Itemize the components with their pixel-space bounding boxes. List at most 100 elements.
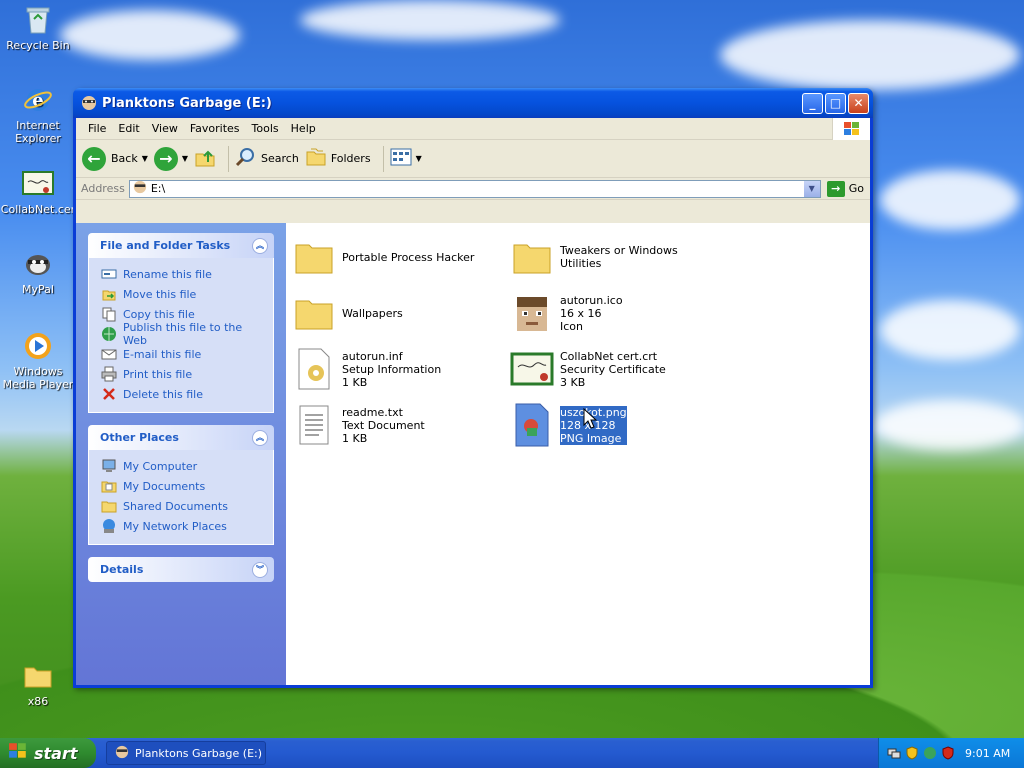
network-tray-icon[interactable] <box>887 746 901 760</box>
folder-icon <box>510 233 554 281</box>
menu-edit[interactable]: Edit <box>112 122 145 135</box>
address-label: Address <box>81 182 125 195</box>
menu-view[interactable]: View <box>146 122 184 135</box>
desktop-icon-collabnet[interactable]: CollabNet.cer <box>0 168 76 216</box>
file-name: autorun.ico <box>560 293 623 307</box>
title-bar[interactable]: Planktons Garbage (E:) _ □ ✕ <box>73 88 873 118</box>
taskbar: start Planktons Garbage (E:) 9:01 AM <box>0 738 1024 768</box>
place-my-computer[interactable]: My Computer <box>101 456 263 476</box>
task-label: Rename this file <box>123 267 212 281</box>
chevron-down-icon[interactable]: ▼ <box>142 154 148 163</box>
delete-icon <box>101 386 117 402</box>
task-rename[interactable]: Rename this file <box>101 264 263 284</box>
chevron-down-icon[interactable]: ▼ <box>182 154 188 163</box>
menu-favorites[interactable]: Favorites <box>184 122 246 135</box>
task-pane: File and Folder Tasks ︽ Rename this file… <box>76 223 286 685</box>
file-item[interactable]: Portable Process Hacker <box>292 233 502 281</box>
cloud <box>875 400 1024 450</box>
collapse-icon[interactable]: ︽ <box>252 237 268 254</box>
desktop-icon-x86[interactable]: x86 <box>0 660 76 708</box>
file-name: Tweakers or Windows Utilities <box>560 244 678 270</box>
place-my-documents[interactable]: My Documents <box>101 476 263 496</box>
task-move[interactable]: Move this file <box>101 284 263 304</box>
search-icon <box>235 146 257 171</box>
taskbar-window-button[interactable]: Planktons Garbage (E:) <box>106 741 266 765</box>
file-item[interactable]: autorun.ico 16 x 16 Icon <box>510 289 720 337</box>
file-size: 1 KB <box>342 375 368 389</box>
task-print[interactable]: Print this file <box>101 364 263 384</box>
file-item[interactable]: CollabNet cert.crt Security Certificate … <box>510 345 720 393</box>
expand-icon[interactable]: ︾ <box>252 561 268 578</box>
desktop-icon-recycle-bin[interactable]: Recycle Bin <box>0 4 76 52</box>
search-button[interactable]: Search <box>235 146 299 171</box>
place-label: Shared Documents <box>123 499 228 513</box>
file-type: Security Certificate <box>560 362 666 376</box>
details-panel: Details ︾ <box>88 557 274 582</box>
copy-icon <box>101 306 117 322</box>
toolbar-separator <box>382 145 384 172</box>
task-label: Delete this file <box>123 387 203 401</box>
security-tray-icon[interactable] <box>923 746 937 760</box>
file-item[interactable]: readme.txt Text Document 1 KB <box>292 401 502 449</box>
up-button[interactable] <box>194 146 216 171</box>
file-tasks-header[interactable]: File and Folder Tasks ︽ <box>88 233 274 258</box>
file-list: Portable Process Hacker Tweakers or Wind… <box>286 223 870 685</box>
file-tasks-panel: File and Folder Tasks ︽ Rename this file… <box>88 233 274 413</box>
desktop-icon-label: CollabNet.cer <box>0 203 76 216</box>
internet-explorer-icon: e <box>22 84 54 116</box>
folders-button[interactable]: Folders <box>305 147 371 170</box>
start-button[interactable]: start <box>0 738 96 768</box>
place-shared-documents[interactable]: Shared Documents <box>101 496 263 516</box>
close-button[interactable]: ✕ <box>848 92 869 114</box>
file-type: Icon <box>560 319 583 333</box>
details-header[interactable]: Details ︾ <box>88 557 274 582</box>
certificate-icon <box>510 345 554 393</box>
network-icon <box>101 518 117 534</box>
clock[interactable]: 9:01 AM <box>965 747 1010 760</box>
other-places-header[interactable]: Other Places ︽ <box>88 425 274 450</box>
menu-file[interactable]: File <box>82 122 112 135</box>
desktop-icon-media-player[interactable]: Windows Media Player <box>0 330 76 391</box>
back-button[interactable]: ← Back ▼ <box>82 146 148 171</box>
chevron-down-icon[interactable]: ▼ <box>803 180 820 197</box>
place-my-network[interactable]: My Network Places <box>101 516 263 536</box>
go-label: Go <box>848 182 864 195</box>
collapse-icon[interactable]: ︽ <box>252 429 268 446</box>
file-item[interactable]: autorun.inf Setup Information 1 KB <box>292 345 502 393</box>
task-delete[interactable]: Delete this file <box>101 384 263 404</box>
menu-bar: File Edit View Favorites Tools Help <box>76 118 870 140</box>
desktop-icon-internet-explorer[interactable]: e Internet Explorer <box>0 84 76 145</box>
printer-icon <box>101 366 117 382</box>
forward-arrow-icon: → <box>153 146 178 171</box>
file-item-selected[interactable]: uszokot.png 128 x 128 PNG Image <box>510 401 720 449</box>
file-item[interactable]: Tweakers or Windows Utilities <box>510 233 720 281</box>
cloud <box>880 300 1020 360</box>
desktop-icon-label: x86 <box>27 695 49 708</box>
address-input[interactable]: E:\ ▼ <box>128 179 821 198</box>
folder-icon <box>292 233 336 281</box>
task-publish[interactable]: Publish this file to the Web <box>101 321 263 347</box>
maximize-button[interactable]: □ <box>825 92 846 114</box>
desktop-icon-mypal[interactable]: MyPal <box>0 248 76 296</box>
rename-icon <box>101 266 117 282</box>
search-label: Search <box>261 152 299 165</box>
address-bar: Address E:\ ▼ → Go <box>76 178 870 200</box>
file-size: 3 KB <box>560 375 586 389</box>
chevron-down-icon[interactable]: ▼ <box>416 154 422 163</box>
desktop-icon-label: Internet Explorer <box>15 119 61 145</box>
menu-tools[interactable]: Tools <box>246 122 285 135</box>
alert-shield-icon[interactable] <box>941 746 955 760</box>
system-tray: 9:01 AM <box>878 738 1024 768</box>
minimize-button[interactable]: _ <box>802 92 823 114</box>
window-body: File Edit View Favorites Tools Help ← Ba… <box>76 118 870 685</box>
start-label: start <box>34 743 78 763</box>
task-email[interactable]: E-mail this file <box>101 344 263 364</box>
file-item[interactable]: Wallpapers <box>292 289 502 337</box>
toolbar-separator <box>228 145 230 172</box>
go-button[interactable]: → Go <box>821 180 870 197</box>
forward-button[interactable]: → ▼ <box>153 146 188 171</box>
menu-help[interactable]: Help <box>285 122 322 135</box>
drive-icon <box>81 95 97 111</box>
views-button[interactable]: ▼ <box>390 148 422 169</box>
shield-icon[interactable] <box>905 746 919 760</box>
